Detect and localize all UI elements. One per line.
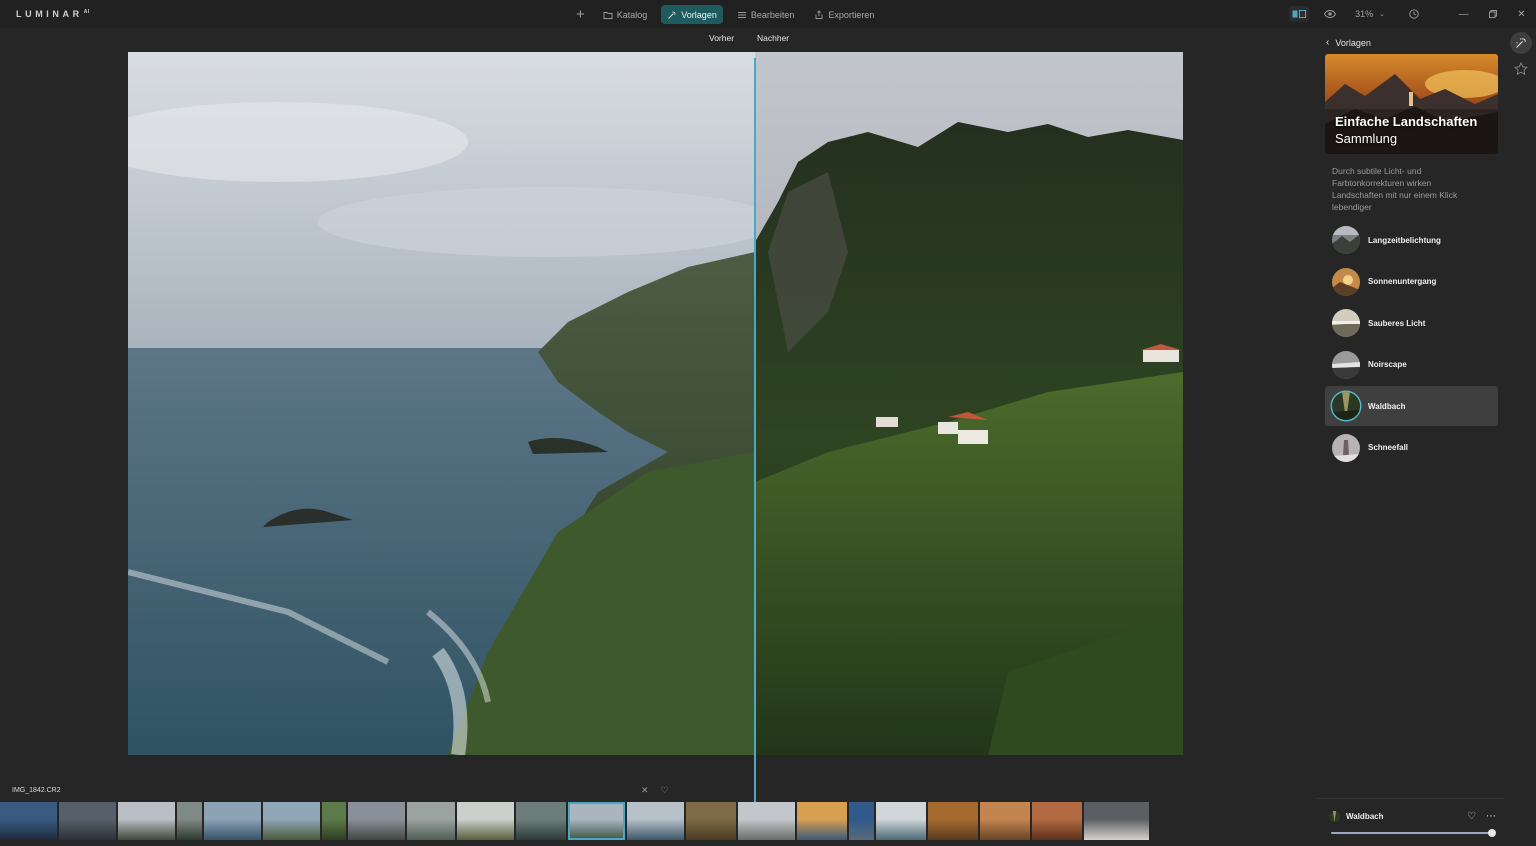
filmstrip-thumbnail[interactable] xyxy=(407,802,455,840)
filmstrip-thumbnail[interactable] xyxy=(1084,802,1149,840)
after-label: Nachher xyxy=(757,33,790,43)
presets-tool-button[interactable] xyxy=(1510,32,1532,54)
reject-x-icon[interactable]: ✕ xyxy=(641,785,649,796)
filmstrip-thumbnail[interactable] xyxy=(177,802,202,840)
sliders-icon xyxy=(737,11,746,18)
filmstrip-thumbnail[interactable] xyxy=(797,802,847,840)
close-button[interactable]: ✕ xyxy=(1507,0,1536,28)
filmstrip-header: IMG_1842.CR2 ✕ ♡ xyxy=(0,780,1314,800)
collection-subtitle: Sammlung xyxy=(1335,131,1398,146)
maximize-button[interactable] xyxy=(1478,0,1507,28)
preset-item-sauberes-licht[interactable]: Sauberes Licht xyxy=(1325,303,1498,343)
preset-thumbnail xyxy=(1332,309,1360,337)
slider-handle[interactable] xyxy=(1488,829,1496,837)
filmstrip-thumbnail[interactable] xyxy=(457,802,514,840)
back-to-presets-button[interactable]: ‹ Vorlagen xyxy=(1326,37,1371,48)
before-label: Vorher xyxy=(709,33,735,43)
preset-item-langzeitbelichtung[interactable]: Langzeitbelichtung xyxy=(1325,220,1498,260)
more-options-icon[interactable]: ⋯ xyxy=(1486,811,1496,822)
chevron-left-icon: ‹ xyxy=(1326,37,1330,48)
applied-preset-bar: Waldbach ♡ ⋯ xyxy=(1317,798,1505,846)
restore-icon xyxy=(1488,10,1497,18)
filmstrip-thumbnail[interactable] xyxy=(322,802,346,840)
filmstrip-thumbnail[interactable] xyxy=(1032,802,1082,840)
current-file-name: IMG_1842.CR2 xyxy=(12,787,61,794)
filmstrip-thumbnail[interactable] xyxy=(980,802,1030,840)
filmstrip-thumbnail[interactable] xyxy=(928,802,978,840)
filmstrip-thumbnail[interactable] xyxy=(118,802,175,840)
filmstrip-thumbnail[interactable] xyxy=(849,802,874,840)
tab-bearbeiten[interactable]: Bearbeiten xyxy=(731,5,801,24)
preset-thumbnail xyxy=(1332,267,1360,296)
filmstrip-thumbnail[interactable] xyxy=(0,802,57,840)
slider-fill xyxy=(1331,832,1492,834)
preset-list: Langzeitbelichtung Sonnenuntergang Saube… xyxy=(1325,220,1498,469)
tab-exportieren[interactable]: Exportieren xyxy=(808,5,880,24)
close-icon: ✕ xyxy=(1517,8,1526,20)
top-bar: LUMINARAI + Katalog Vorlagen Bearbeiten … xyxy=(0,0,1536,28)
tab-katalog[interactable]: Katalog xyxy=(597,5,654,24)
clock-icon xyxy=(1409,9,1419,19)
top-right-controls: 31% ⌄ — ✕ xyxy=(1289,0,1536,28)
split-view-icon xyxy=(1292,10,1307,18)
history-button[interactable] xyxy=(1407,7,1421,21)
applied-preset-thumbnail xyxy=(1329,811,1340,822)
filmstrip-thumbnail[interactable] xyxy=(516,802,566,840)
favorites-tool-button[interactable] xyxy=(1510,58,1532,80)
preset-thumbnail xyxy=(1332,433,1360,462)
magic-wand-icon xyxy=(1516,38,1526,48)
collection-title: Einfache Landschaften xyxy=(1335,114,1478,129)
add-photos-button[interactable]: + xyxy=(576,5,585,24)
preset-item-schneefall[interactable]: Schneefall xyxy=(1325,428,1498,468)
preset-item-sonnenuntergang[interactable]: Sonnenuntergang xyxy=(1325,262,1498,302)
photo-preview[interactable] xyxy=(128,52,1183,755)
magic-wand-icon xyxy=(668,11,676,19)
right-tool-strip xyxy=(1506,28,1536,846)
tab-vorlagen[interactable]: Vorlagen xyxy=(661,5,723,24)
filmstrip-thumbnail[interactable] xyxy=(568,802,625,840)
before-after-divider[interactable] xyxy=(754,58,756,806)
main-nav: + Katalog Vorlagen Bearbeiten Exportiere… xyxy=(576,5,880,24)
chevron-down-icon: ⌄ xyxy=(1379,11,1385,18)
eye-icon xyxy=(1324,10,1337,18)
filmstrip-thumbnail[interactable] xyxy=(59,802,116,840)
preset-thumbnail xyxy=(1332,392,1360,420)
presets-panel: ‹ Vorlagen Einfache Landschaften Sammlun… xyxy=(1314,28,1506,798)
applied-preset-name: Waldbach xyxy=(1346,812,1384,821)
preview-button[interactable] xyxy=(1323,7,1337,21)
folder-icon xyxy=(603,11,613,19)
filmstrip-thumbnail[interactable] xyxy=(348,802,405,840)
filmstrip-thumbnail[interactable] xyxy=(738,802,795,840)
filmstrip xyxy=(0,802,1149,840)
preset-thumbnail xyxy=(1332,350,1360,379)
filmstrip-thumbnail[interactable] xyxy=(204,802,261,840)
collection-banner: Einfache Landschaften Sammlung xyxy=(1325,54,1498,154)
filmstrip-thumbnail[interactable] xyxy=(686,802,736,840)
filmstrip-thumbnail[interactable] xyxy=(263,802,320,840)
zoom-dropdown[interactable]: 31% ⌄ xyxy=(1355,9,1385,19)
filmstrip-thumbnail[interactable] xyxy=(876,802,926,840)
export-icon xyxy=(815,9,823,19)
image-canvas: Vorher Nachher xyxy=(0,28,1314,806)
preset-item-waldbach[interactable]: Waldbach xyxy=(1325,386,1498,426)
favorite-heart-icon[interactable]: ♡ xyxy=(1467,811,1476,822)
minimize-button[interactable]: — xyxy=(1449,0,1478,28)
preset-amount-slider[interactable] xyxy=(1331,829,1496,837)
preset-item-noirscape[interactable]: Noirscape xyxy=(1325,345,1498,385)
favorite-heart-icon[interactable]: ♡ xyxy=(661,785,669,796)
filmstrip-thumbnail[interactable] xyxy=(627,802,684,840)
landscape-photo xyxy=(128,52,1183,755)
app-logo: LUMINARAI xyxy=(16,9,90,19)
minimize-icon: — xyxy=(1458,8,1469,20)
preset-thumbnail xyxy=(1332,226,1360,254)
collection-description: Durch subtile Licht- und Farbtonkorrektu… xyxy=(1332,166,1458,212)
compare-view-button[interactable] xyxy=(1289,6,1310,22)
star-icon xyxy=(1514,62,1528,76)
